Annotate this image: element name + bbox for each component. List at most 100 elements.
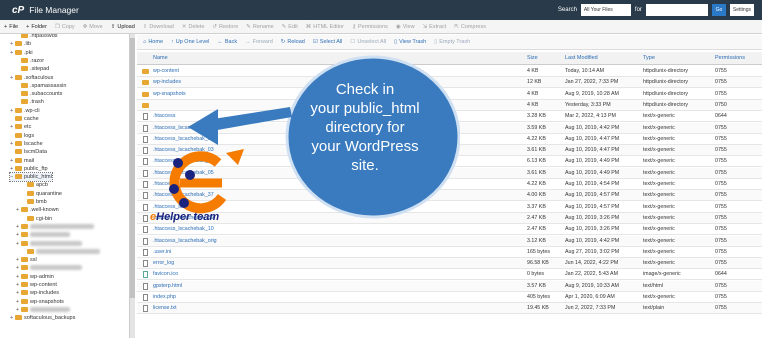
tree-item[interactable]: + .softaculous xyxy=(10,74,53,82)
tree-item[interactable]: + xyxy=(16,240,82,248)
tree-item[interactable]: + public_ftp xyxy=(10,165,48,173)
home-button[interactable]: ⌂ Home xyxy=(143,39,163,45)
tree-item-label: .well-known xyxy=(30,207,59,214)
table-row[interactable]: index.php 405 bytes Apr 1, 2020, 6:09 AM te… xyxy=(137,292,762,303)
cell-size: 0 bytes xyxy=(527,271,545,278)
tree-item[interactable]: lscmData xyxy=(10,148,47,156)
tree-item[interactable]: + etc xyxy=(10,123,31,131)
tree-item[interactable]: bmb xyxy=(22,198,47,206)
settings-button[interactable]: Settings xyxy=(729,4,754,16)
column-header-name[interactable]: Name xyxy=(153,52,168,65)
tree-item[interactable]: + xyxy=(16,231,70,239)
table-row[interactable]: gpsterp.html 3.57 KB Aug 9, 2019, 10:33 AM… xyxy=(137,280,762,292)
folder-icon xyxy=(15,165,22,171)
view-trash-button[interactable]: ▯ View Trash xyxy=(394,39,426,45)
select-all-button[interactable]: ☑ Select All xyxy=(313,39,343,45)
tree-item[interactable]: + wp-snapshots xyxy=(16,298,64,306)
toolbar-label: Folder xyxy=(31,23,47,30)
tree-scrollbar[interactable] xyxy=(130,34,135,338)
html-editor-button[interactable]: ⌘ HTML Editor xyxy=(306,24,344,30)
column-header-last-modified[interactable]: Last Modified xyxy=(565,52,598,65)
folder-icon xyxy=(21,298,28,304)
tree-item[interactable]: + .pki xyxy=(10,49,33,57)
extract-button[interactable]: ⇲ Extract xyxy=(423,24,447,30)
search-label: Search xyxy=(557,7,577,13)
download-button[interactable]: ⇩ Download xyxy=(143,24,174,30)
tree-item[interactable]: .htpasswds xyxy=(16,34,58,40)
search-scope-select[interactable]: All Your Files xyxy=(580,4,631,16)
toolbar: + File + Folder ❐ Copy ✥ Move ⇧ Upload ⇩ Download ✕ D… xyxy=(0,20,762,34)
tree-item[interactable]: + xyxy=(16,306,70,314)
tree-item[interactable]: logs xyxy=(10,132,34,140)
tree-item[interactable]: + .lib xyxy=(10,40,31,48)
move-button[interactable]: ✥ Move xyxy=(83,24,103,30)
cell-modified: Aug 10, 2019, 4:49 PM xyxy=(565,158,620,165)
upload-button[interactable]: ⇧ Upload xyxy=(111,24,135,30)
copy-button[interactable]: ❐ Copy xyxy=(55,24,75,30)
cell-modified: Today, 10:14 AM xyxy=(565,68,605,74)
rename-button[interactable]: ✎ Rename xyxy=(246,24,273,30)
tree-item[interactable]: + wp-includes xyxy=(16,289,59,297)
delete-button[interactable]: ✕ Delete xyxy=(182,24,205,30)
reload-button[interactable]: ↻ Reload xyxy=(281,39,305,45)
tree-item[interactable] xyxy=(22,248,100,256)
tree-item[interactable]: cache xyxy=(10,115,39,123)
tree-item[interactable]: − public_html xyxy=(9,172,53,183)
tree-item[interactable]: + wp-content xyxy=(16,281,57,289)
forward-button[interactable]: → Forward xyxy=(245,39,273,45)
cell-size: 4 KB xyxy=(527,101,539,108)
tree-item[interactable]: .trash xyxy=(16,98,44,106)
cell-perms: 0755 xyxy=(715,68,727,74)
compress-button[interactable]: ⇱ Compress xyxy=(454,24,486,30)
tree-item[interactable]: + xyxy=(16,264,82,272)
restore-button[interactable]: ↺ Restore xyxy=(212,24,238,30)
tree-scrollbar-thumb[interactable] xyxy=(130,38,135,298)
tree-item[interactable]: + ssl xyxy=(16,256,37,264)
empty-trash-button[interactable]: ▯ Empty Trash xyxy=(434,39,470,45)
tree-item[interactable]: + xyxy=(16,223,94,231)
view-button[interactable]: ◉ View xyxy=(396,24,415,30)
nav-label: Home xyxy=(148,39,163,45)
cell-modified: Aug 10, 2019, 4:47 PM xyxy=(565,147,620,154)
tree-item[interactable]: .sitepad xyxy=(16,65,49,73)
nav-label: Empty Trash xyxy=(439,39,471,45)
search-go-button[interactable]: Go xyxy=(711,4,726,16)
redacted-label xyxy=(30,306,70,312)
tree-item[interactable]: + wp-admin xyxy=(16,273,54,281)
tree-item[interactable]: + mail xyxy=(10,157,34,165)
tree-item[interactable]: quarantine xyxy=(22,190,62,198)
tree-item[interactable]: .spamassassin xyxy=(16,82,66,90)
cell-type: text/html xyxy=(643,282,664,289)
table-row[interactable]: license.txt 19.45 KB Jun 2, 2022, 7:33 PM t… xyxy=(137,303,762,315)
table-row[interactable]: .user.ini 165 bytes Aug 27, 2019, 3:02 PM t… xyxy=(137,247,762,258)
table-row[interactable]: .htaccess_lscachebak_orig 3.12 KB Aug 10, … xyxy=(137,235,762,247)
folder-button[interactable]: + Folder xyxy=(26,24,47,30)
back-button[interactable]: ← Back xyxy=(217,39,237,45)
tree-item[interactable]: .razor xyxy=(16,57,44,65)
column-header-permissions[interactable]: Permissions xyxy=(715,52,745,65)
tree-item[interactable]: + softaculous_backups xyxy=(10,314,75,322)
tree-item-label: lscmData xyxy=(24,149,47,156)
up-one-level-button[interactable]: ↑ Up One Level xyxy=(171,39,209,45)
tree-item[interactable]: + .well-known xyxy=(16,206,59,214)
tree-item[interactable]: + lscache xyxy=(10,140,43,148)
cell-size: 4.22 KB xyxy=(527,181,546,187)
unselect-all-button[interactable]: ☐ Unselect All xyxy=(350,39,386,45)
tree-item[interactable]: .subaccounts xyxy=(16,90,62,98)
file-button[interactable]: + File xyxy=(4,24,18,30)
nav-label: Reload xyxy=(287,39,305,45)
tree-item[interactable]: + .wp-cli xyxy=(10,107,40,115)
edit-button[interactable]: ✎ Edit xyxy=(282,24,298,30)
tree-item[interactable]: cgi-bin xyxy=(22,215,52,223)
search-area: Search All Your Files for Go Settings xyxy=(558,4,754,16)
table-row[interactable]: favicon.ico 0 bytes Jan 22, 2022, 5:43 AM i… xyxy=(137,269,762,281)
cell-size: 405 bytes xyxy=(527,294,550,300)
folder-icon xyxy=(21,207,28,213)
redacted-label xyxy=(30,223,94,229)
table-row[interactable]: error_log 96.58 KB Jun 14, 2022, 4:22 PM te… xyxy=(137,258,762,270)
permissions-button[interactable]: ⚷ Permissions xyxy=(352,24,388,30)
search-input[interactable] xyxy=(645,4,708,16)
column-header-size[interactable]: Size xyxy=(527,52,538,65)
tree-item[interactable]: apcb xyxy=(22,181,48,189)
column-header-type[interactable]: Type xyxy=(643,52,655,65)
